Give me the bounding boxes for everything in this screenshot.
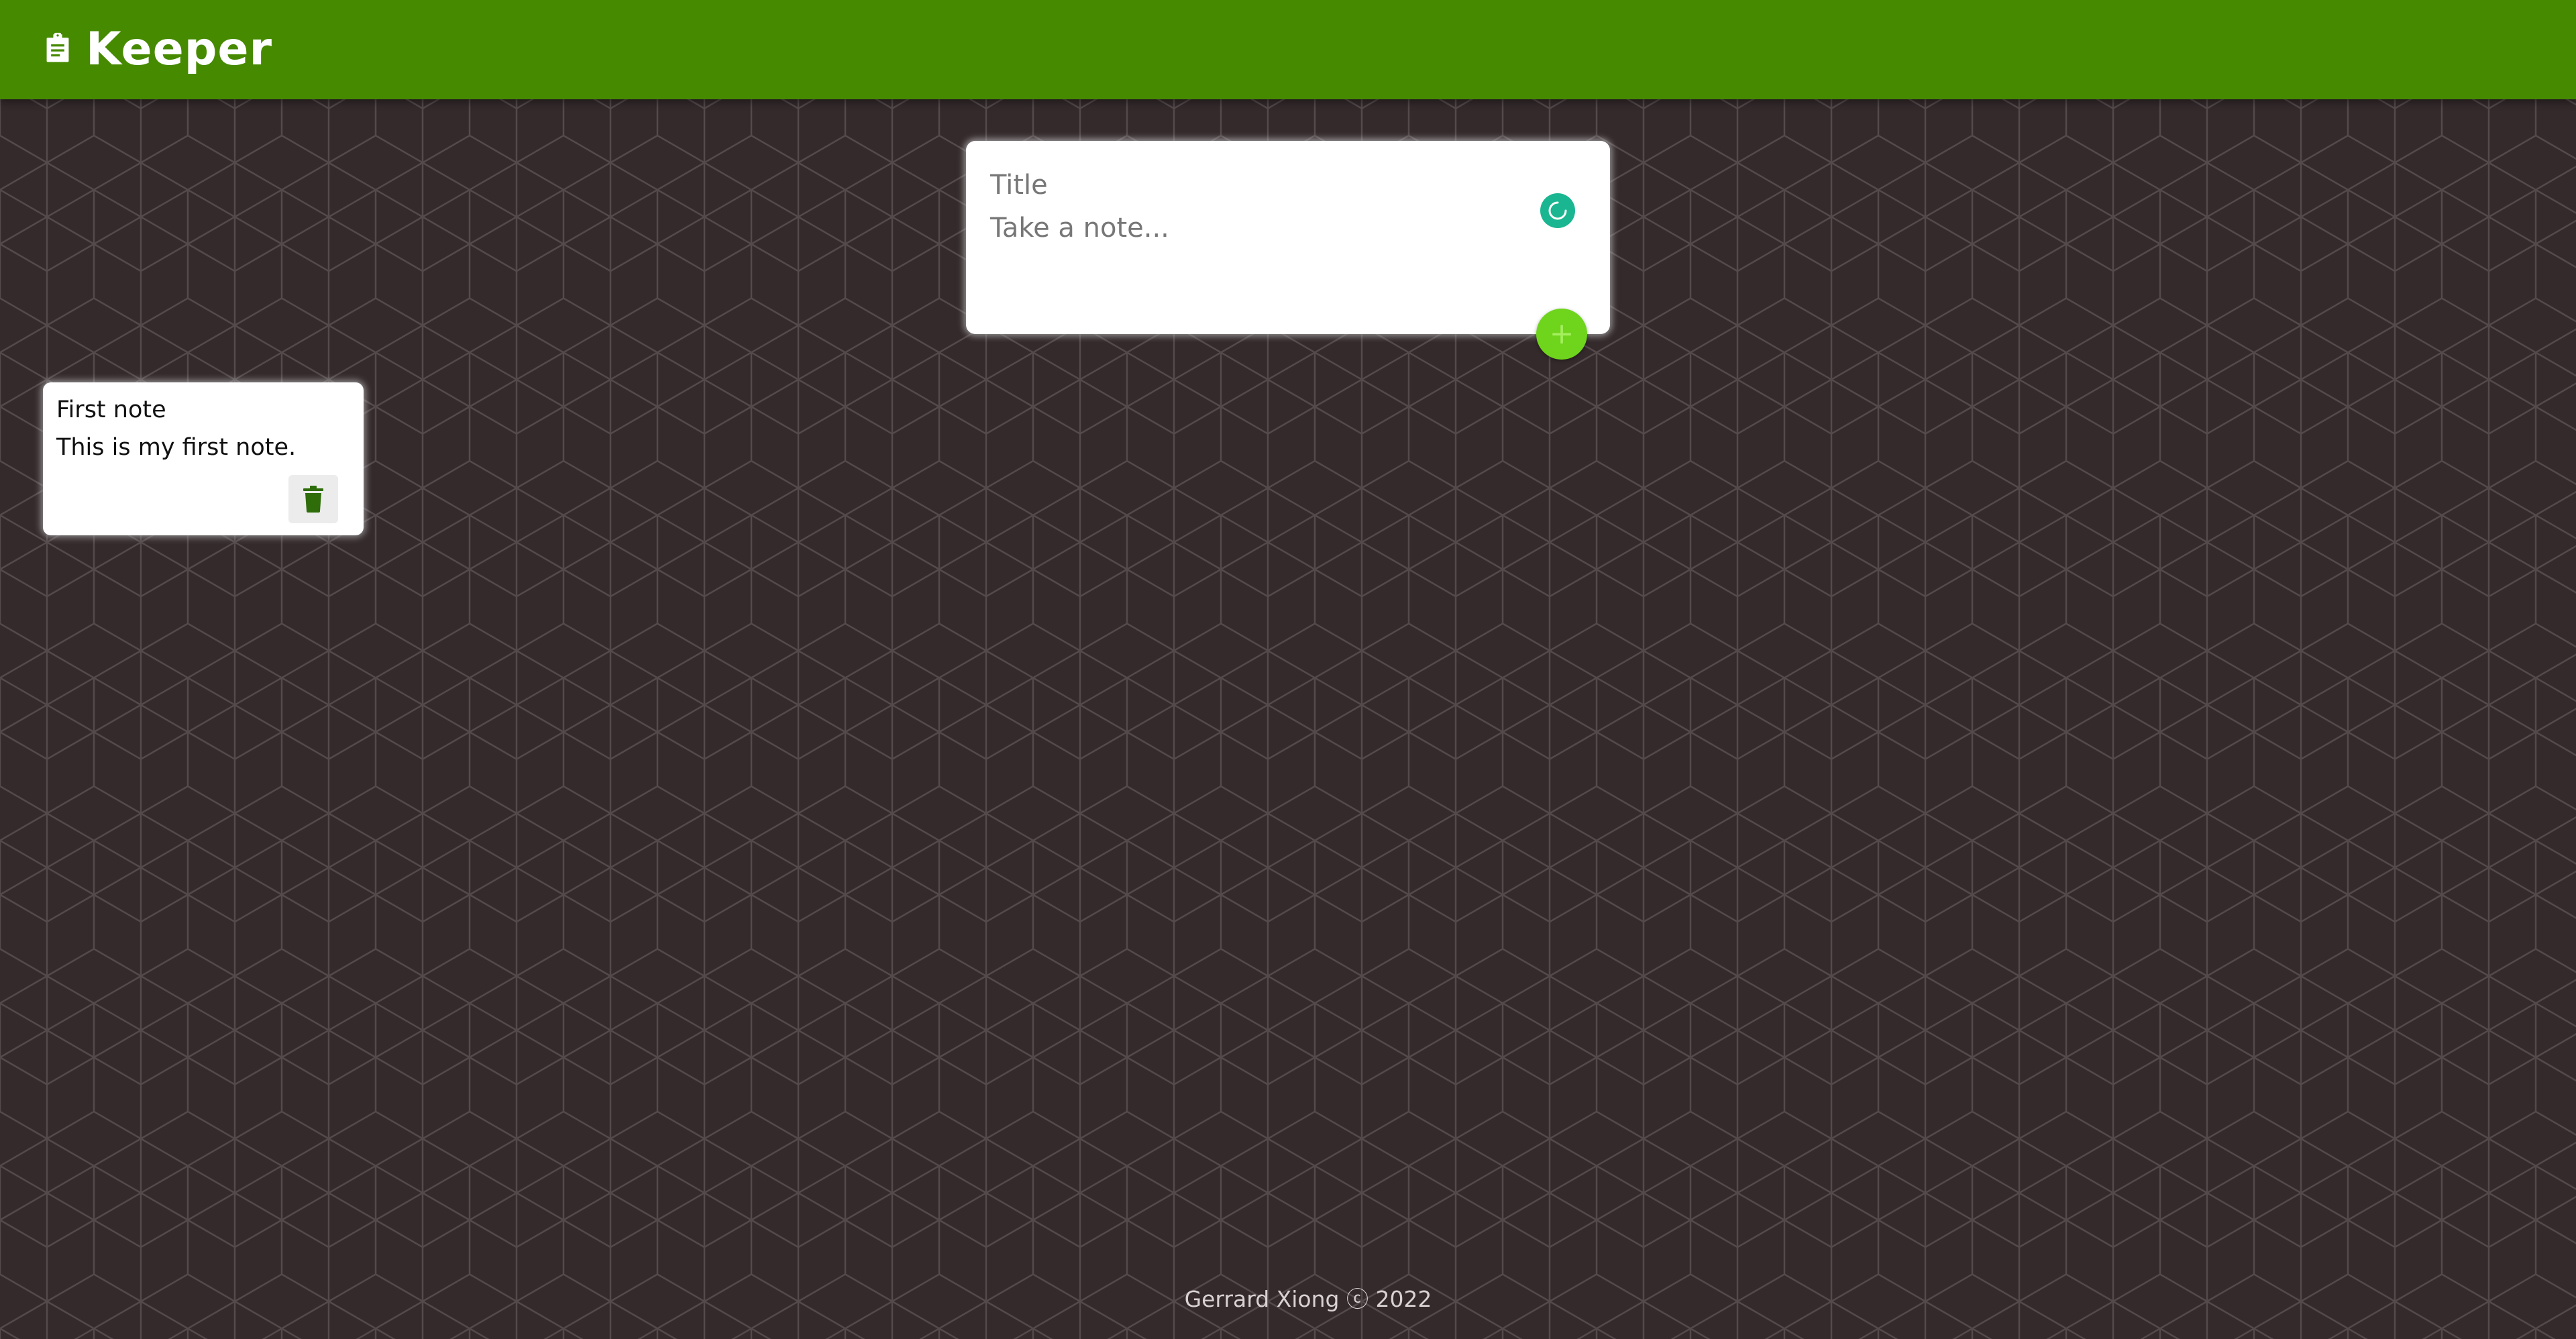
footer-copyright: Gerrard Xiong ⓒ 2022: [1184, 1286, 1432, 1312]
note-content: This is my first note.: [56, 434, 297, 461]
note-title-input[interactable]: [990, 164, 1580, 207]
plus-icon: +: [1549, 317, 1574, 351]
delete-note-button[interactable]: [288, 475, 338, 523]
spinner-icon: [1540, 193, 1575, 228]
create-note-form: [966, 141, 1610, 334]
note-title: First note: [56, 396, 166, 423]
add-note-button[interactable]: +: [1536, 309, 1587, 360]
clipboard-icon: [46, 32, 69, 62]
note-content-input[interactable]: [990, 207, 1580, 250]
trash-icon: [303, 486, 323, 513]
app-header: Keeper: [0, 0, 2576, 99]
app-title: Keeper: [86, 23, 273, 76]
note-card: First note This is my first note.: [43, 382, 364, 535]
